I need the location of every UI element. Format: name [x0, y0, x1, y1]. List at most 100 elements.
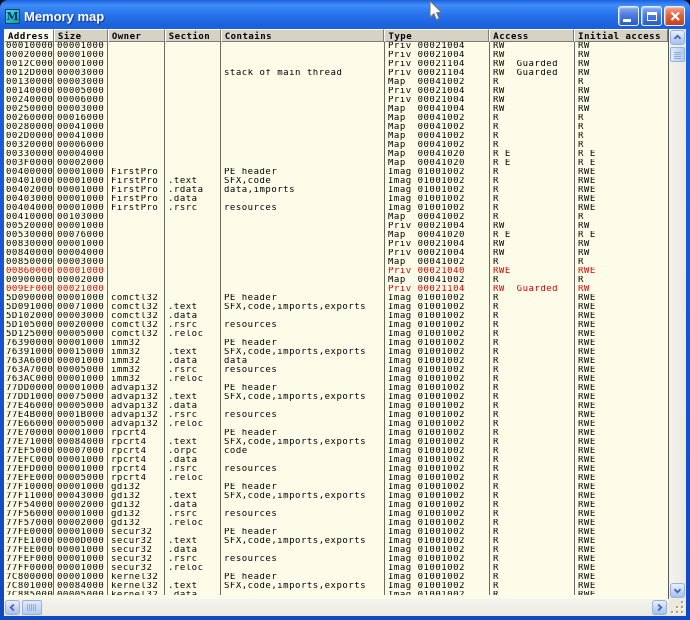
- column-header-owner[interactable]: Owner: [108, 29, 165, 42]
- table-row[interactable]: 7639000000001000imm32PE headerImag 01001…: [4, 339, 669, 348]
- column-header-address[interactable]: Address: [4, 29, 54, 42]
- table-row[interactable]: 77F5400000002000gdi32.dataImag 01001002R…: [4, 501, 669, 510]
- table-row[interactable]: 77FEF00000001000secur32.rsrcresourcesIma…: [4, 555, 669, 564]
- table-row[interactable]: 003F000000002000Map 00041020R ER E: [4, 159, 669, 168]
- grip-dots-icon: [676, 606, 678, 608]
- table-row[interactable]: 0040200000001000FirstPro.rdatadata,impor…: [4, 186, 669, 195]
- column-header-contains[interactable]: Contains: [221, 29, 385, 42]
- cell-type: Imag 01001002: [385, 519, 490, 528]
- table-row[interactable]: 0053000000076000Map 00041020R ER E: [4, 231, 669, 240]
- table-row[interactable]: 0012D00000003000stack of main threadPriv…: [4, 69, 669, 78]
- maximize-button[interactable]: [641, 6, 662, 26]
- table-row[interactable]: 77E7100000084000rpcrt4.textSFX,code,impo…: [4, 438, 669, 447]
- table-row[interactable]: 0040000000001000FirstProPE headerImag 01…: [4, 168, 669, 177]
- cell-section: [165, 213, 221, 222]
- table-row[interactable]: 77FE10000000D000secur32.textSFX,code,imp…: [4, 537, 669, 546]
- table-row[interactable]: 763AC00000001000imm32.relocImag 01001002…: [4, 375, 669, 384]
- table-row[interactable]: 0001000000001000Priv 00021004RWRW: [4, 42, 669, 51]
- table-row[interactable]: 77FF000000001000secur32.relocImag 010010…: [4, 564, 669, 573]
- table-row[interactable]: 77E4B0000001B000advapi32.rsrcresourcesIm…: [4, 411, 669, 420]
- cell-type: Imag 01001002: [385, 204, 490, 213]
- table-row[interactable]: 0014000000005000Priv 00021004RWRW: [4, 87, 669, 96]
- cell-contains: SFX,code,imports,exports: [221, 582, 385, 591]
- table-row[interactable]: 7C88500000005000kernel32.dataImag 010010…: [4, 591, 669, 595]
- cell-section: [165, 231, 221, 240]
- table-row[interactable]: 7639100000015000imm32.textSFX,code,impor…: [4, 348, 669, 357]
- table-row[interactable]: 0012C00000001000Priv 00021104RW GuardedR…: [4, 60, 669, 69]
- table-row[interactable]: 77FE000000001000secur32PE headerImag 010…: [4, 528, 669, 537]
- cell-address: 00250000: [4, 105, 54, 114]
- table-row[interactable]: 77EF500000007000rpcrt4.orpccodeImag 0100…: [4, 447, 669, 456]
- column-header-access[interactable]: Access: [489, 29, 574, 42]
- table-row[interactable]: 009EF00000021000Priv 00021104RW GuardedR…: [4, 285, 669, 294]
- table-row[interactable]: 77F1000000001000gdi32PE headerImag 01001…: [4, 483, 669, 492]
- table-row[interactable]: 5D10500000020000comctl32.rsrcresourcesIm…: [4, 321, 669, 330]
- table-row[interactable]: 0032000000006000Map 00041002RR: [4, 141, 669, 150]
- resize-grip[interactable]: [669, 599, 686, 616]
- table-row[interactable]: 77EFE00000005000rpcrt4.relocImag 0100100…: [4, 474, 669, 483]
- column-header-section[interactable]: Section: [165, 29, 221, 42]
- table-row[interactable]: 0040300000001000FirstPro.dataImag 010010…: [4, 195, 669, 204]
- table-row[interactable]: 77F1100000043000gdi32.textSFX,code,impor…: [4, 492, 669, 501]
- table-row[interactable]: 77E6600000005000advapi32.relocImag 01001…: [4, 420, 669, 429]
- table-row[interactable]: 0024000000006000Priv 00021004RWRW: [4, 96, 669, 105]
- table-row[interactable]: 763A600000001000imm32.datadataImag 01001…: [4, 357, 669, 366]
- table-row[interactable]: 5D09100000071000comctl32.textSFX,code,im…: [4, 303, 669, 312]
- table-row[interactable]: 0028000000041000Map 00041002RR: [4, 123, 669, 132]
- minimize-button[interactable]: [618, 6, 639, 26]
- table-row[interactable]: 0033000000004000Map 00041020R ER E: [4, 150, 669, 159]
- cell-contains: resources: [221, 366, 385, 375]
- table-row[interactable]: 5D10200000003000comctl32.dataImag 010010…: [4, 312, 669, 321]
- cell-section: .text: [165, 537, 221, 546]
- table-row[interactable]: 77F5600000001000gdi32.rsrcresourcesImag …: [4, 510, 669, 519]
- table-row[interactable]: 0013000000003000Map 00041002RR: [4, 78, 669, 87]
- cell-access: R: [490, 348, 575, 357]
- scroll-up-button[interactable]: [670, 30, 685, 45]
- column-header-type[interactable]: Type: [384, 29, 489, 42]
- cell-initial_access: RWE: [575, 591, 669, 595]
- vertical-scroll-thumb[interactable]: [670, 47, 685, 62]
- column-header-initial_access[interactable]: Initial access: [574, 29, 668, 42]
- table-row[interactable]: 77EFC00000001000rpcrt4.dataImag 01001002…: [4, 456, 669, 465]
- table-row[interactable]: 7C80100000084000kernel32.textSFX,code,im…: [4, 582, 669, 591]
- table-row[interactable]: 77E4600000005000advapi32.dataImag 010010…: [4, 402, 669, 411]
- cell-address: 00860000: [4, 267, 54, 276]
- cell-section: [165, 114, 221, 123]
- column-header-size[interactable]: Size: [54, 29, 108, 42]
- table-row[interactable]: 0090000000002000Map 00041002RR: [4, 276, 669, 285]
- vertical-scrollbar[interactable]: [669, 29, 686, 599]
- table-row[interactable]: 77EFD00000001000rpcrt4.rsrcresourcesImag…: [4, 465, 669, 474]
- table-row[interactable]: 0041000000103000Map 00041002RR: [4, 213, 669, 222]
- table-row[interactable]: 763A700000005000imm32.rsrcresourcesImag …: [4, 366, 669, 375]
- table-row[interactable]: 0002000000001000Priv 00021004RWRW: [4, 51, 669, 60]
- table-row[interactable]: 0025000000003000Map 00041004RWRW: [4, 105, 669, 114]
- cell-section: .rsrc: [165, 204, 221, 213]
- cell-initial_access: RW: [575, 222, 669, 231]
- table-row[interactable]: 5D12500000005000comctl32.relocImag 01001…: [4, 330, 669, 339]
- table-row[interactable]: 7C80000000001000kernel32PE headerImag 01…: [4, 573, 669, 582]
- table-row[interactable]: 0085000000003000Map 00041002RR: [4, 258, 669, 267]
- cell-type: Map 00041020: [385, 150, 490, 159]
- scroll-right-button[interactable]: [652, 600, 667, 615]
- cell-access: R: [490, 375, 575, 384]
- table-row[interactable]: 0086000000001000Priv 00021040RWERWE: [4, 267, 669, 276]
- horizontal-scrollbar[interactable]: [4, 599, 669, 616]
- table-row[interactable]: 0083000000001000Priv 00021004RWRW: [4, 240, 669, 249]
- table-row[interactable]: 77DD100000075000advapi32.textSFX,code,im…: [4, 393, 669, 402]
- table-row[interactable]: 0026000000016000Map 00041002RR: [4, 114, 669, 123]
- horizontal-scroll-thumb[interactable]: [22, 600, 42, 615]
- scroll-down-button[interactable]: [670, 583, 685, 598]
- table-row[interactable]: 77FEE00000001000secur32.dataImag 0100100…: [4, 546, 669, 555]
- scroll-left-button[interactable]: [5, 600, 20, 615]
- table-row[interactable]: 0040100000001000FirstPro.textSFX,codeIma…: [4, 177, 669, 186]
- table-row[interactable]: 77DD000000001000advapi32PE headerImag 01…: [4, 384, 669, 393]
- table-row[interactable]: 77F5700000002000gdi32.relocImag 01001002…: [4, 519, 669, 528]
- table-row[interactable]: 5D09000000001000comctl32PE headerImag 01…: [4, 294, 669, 303]
- table-row[interactable]: 0084000000004000Priv 00021004RWRW: [4, 249, 669, 258]
- table-row[interactable]: 77E7000000001000rpcrt4PE headerImag 0100…: [4, 429, 669, 438]
- table-row[interactable]: 0052000000001000Priv 00021004RWRW: [4, 222, 669, 231]
- table-row[interactable]: 0040400000001000FirstPro.rsrcresourcesIm…: [4, 204, 669, 213]
- table-row[interactable]: 002D000000041000Map 00041002RR: [4, 132, 669, 141]
- close-button[interactable]: [664, 6, 685, 26]
- title-bar[interactable]: M Memory map: [5, 4, 685, 28]
